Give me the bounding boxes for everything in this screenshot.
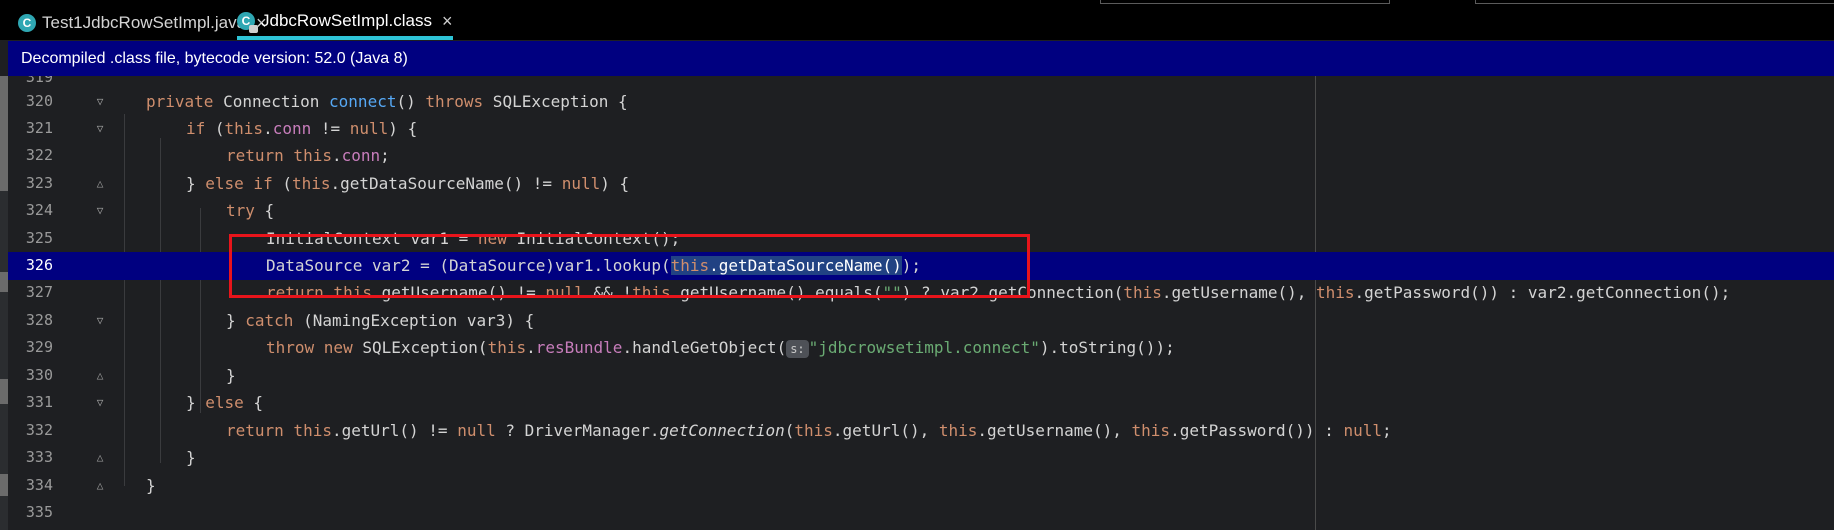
close-icon[interactable]: × — [442, 11, 453, 32]
fold-end-icon[interactable]: △ — [94, 479, 106, 493]
code-line[interactable]: 322 return this.conn; — [8, 142, 1834, 170]
fold-arrow-icon[interactable]: ▽ — [94, 122, 106, 136]
line-number: 322 — [25, 146, 53, 164]
parameter-hint: s: — [786, 340, 809, 358]
strip-mark — [0, 379, 8, 404]
line-number: 335 — [25, 503, 53, 521]
fold-arrow-icon[interactable]: ▽ — [94, 95, 106, 109]
line-number: 333 — [25, 448, 53, 466]
code-text: } — [226, 366, 236, 385]
fold-end-icon[interactable]: △ — [94, 451, 106, 465]
tab-label: Test1JdbcRowSetImpl.java — [42, 13, 247, 32]
toolbar-edge — [1100, 0, 1390, 4]
line-number: 334 — [25, 476, 53, 494]
fold-end-icon[interactable]: △ — [94, 177, 106, 191]
tab-jdbcrowsetimpl-class[interactable]: C JdbcRowSetImpl.class × — [237, 6, 453, 40]
code-line[interactable]: 331 ▽ } else { — [8, 389, 1834, 417]
string-literal: "jdbcrowsetimpl.connect" — [808, 338, 1040, 357]
code-text: } catch (NamingException var3) { — [226, 311, 535, 330]
code-text: } else if (this.getDataSourceName() != n… — [186, 174, 630, 193]
code-text: } — [186, 448, 196, 467]
code-line[interactable]: 333 △ } — [8, 444, 1834, 472]
code-line[interactable]: 324 ▽ try { — [8, 197, 1834, 225]
tab-label: JdbcRowSetImpl.class — [261, 11, 433, 30]
code-text: return this.conn; — [226, 146, 390, 165]
editor-tab-bar: C Test1JdbcRowSetImpl.java × C JdbcRowSe… — [0, 0, 1834, 40]
code-text: return this.getUrl() != null ? DriverMan… — [226, 421, 1392, 440]
code-line[interactable]: 321 ▽ if (this.conn != null) { — [8, 115, 1834, 143]
code-text: if (this.conn != null) { — [186, 119, 418, 138]
code-editor[interactable]: 319 320 ▽ private Connection connect() t… — [8, 76, 1834, 530]
banner-text: Decompiled .class file, bytecode version… — [21, 49, 408, 67]
strip-mark — [0, 76, 8, 191]
code-line[interactable]: 332 return this.getUrl() != null ? Drive… — [8, 417, 1834, 445]
code-line[interactable]: 330 △ } — [8, 362, 1834, 390]
line-number: 321 — [25, 119, 53, 137]
fold-arrow-icon[interactable]: ▽ — [94, 314, 106, 328]
code-line[interactable]: 323 △ } else if (this.getDataSourceName(… — [8, 170, 1834, 198]
strip-mark — [0, 272, 8, 292]
line-number: 328 — [25, 311, 53, 329]
lock-icon — [249, 25, 258, 33]
fold-arrow-icon[interactable]: ▽ — [94, 396, 106, 410]
strip-mark — [0, 474, 8, 496]
java-class-icon: C — [18, 14, 36, 32]
code-text: private Connection connect() throws SQLE… — [146, 92, 628, 111]
code-text: } — [146, 476, 156, 495]
tab-test1jdbcrowsetimpl[interactable]: C Test1JdbcRowSetImpl.java × — [18, 6, 267, 40]
highlight-annotation-box — [229, 234, 1030, 298]
line-number: 320 — [25, 92, 53, 110]
line-number: 323 — [25, 174, 53, 192]
line-number: 327 — [25, 283, 53, 301]
code-text: throw new SQLException(this.resBundle.ha… — [266, 338, 1175, 358]
line-number: 326 — [25, 256, 53, 274]
fold-end-icon[interactable]: △ — [94, 369, 106, 383]
java-class-locked-icon: C — [237, 12, 258, 33]
code-text: try { — [226, 201, 275, 220]
line-number: 329 — [25, 338, 53, 356]
decompiled-banner: Decompiled .class file, bytecode version… — [8, 41, 1834, 76]
toolbar-edge — [1475, 0, 1834, 4]
line-number: 324 — [25, 201, 53, 219]
line-number: 332 — [25, 421, 53, 439]
line-number: 330 — [25, 366, 53, 384]
code-line[interactable]: 329 throw new SQLException(this.resBundl… — [8, 334, 1834, 362]
code-line[interactable]: 334 △ } — [8, 472, 1834, 500]
line-number: 331 — [25, 393, 53, 411]
fold-arrow-icon[interactable]: ▽ — [94, 204, 106, 218]
line-number: 325 — [25, 229, 53, 247]
left-tool-strip — [0, 76, 8, 530]
code-line[interactable]: 320 ▽ private Connection connect() throw… — [8, 88, 1834, 116]
code-line[interactable]: 335 — [8, 499, 1834, 527]
code-text: } else { — [186, 393, 264, 412]
code-line[interactable]: 328 ▽ } catch (NamingException var3) { — [8, 307, 1834, 335]
